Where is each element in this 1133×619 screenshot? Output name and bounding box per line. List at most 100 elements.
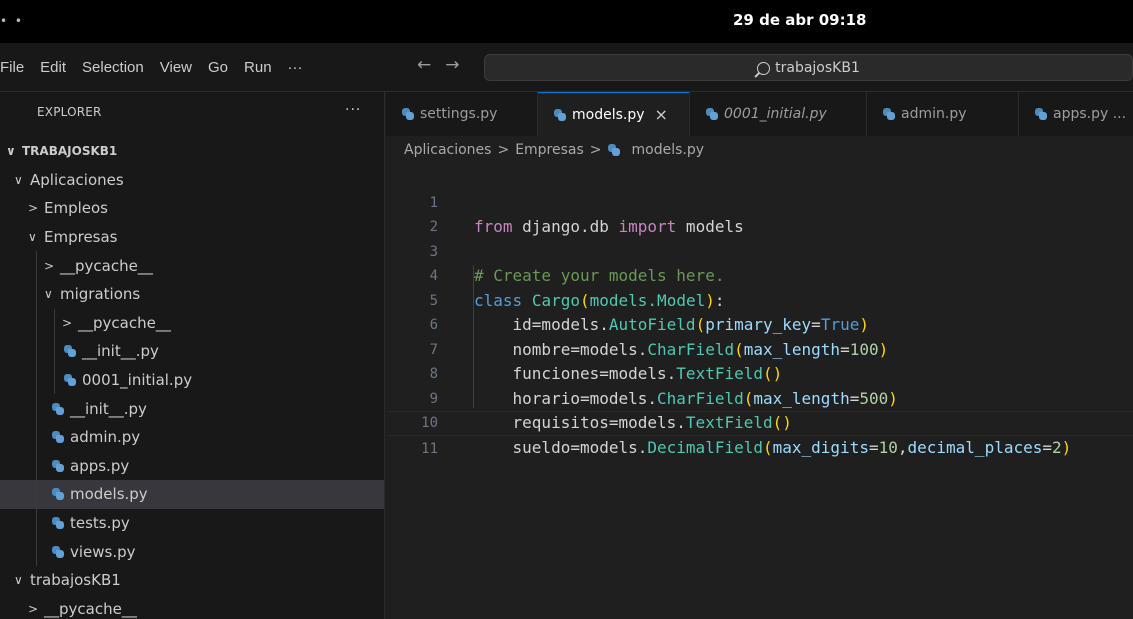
tree-folder-empresas[interactable]: ∨ Empresas (0, 223, 384, 252)
menu-more[interactable]: ··· (288, 59, 303, 76)
breadcrumb-item[interactable]: models.py (632, 142, 705, 158)
tree-label: apps.py (70, 456, 130, 475)
indent-guide (36, 537, 37, 566)
chevron-down-icon: ∨ (14, 573, 23, 588)
tree-label: 0001_initial.py (82, 371, 193, 390)
system-top-bar: • • 29 de abr 09:18 (0, 0, 1133, 43)
editor-tabs: settings.py models.py × 0001_initial.py … (386, 92, 1133, 136)
forward-arrow-icon[interactable]: → (445, 55, 459, 75)
tree-folder-aplicaciones[interactable]: ∨ Aplicaciones (0, 166, 384, 195)
close-icon[interactable]: × (655, 105, 668, 124)
tree-file-init[interactable]: __init__.py (0, 337, 384, 366)
back-arrow-icon[interactable]: ← (417, 55, 431, 75)
indent-guide (54, 337, 55, 366)
chevron-down-icon: ∨ (28, 230, 37, 245)
tree-folder-empleos[interactable]: > Empleos (0, 194, 384, 223)
code-line: 10 sueldo=models.DecimalField(max_digits… (386, 387, 1133, 457)
tree-folder-migrations[interactable]: ∨ migrations (0, 279, 384, 309)
menu-edit[interactable]: Edit (40, 59, 66, 76)
indent-guide (36, 365, 37, 395)
chevron-down-icon: ∨ (44, 287, 53, 302)
breadcrumb: Aplicaciones > Empresas > models.py (404, 142, 704, 158)
command-center-search[interactable]: trabajosKB1 (484, 54, 1133, 81)
indent-guide (36, 480, 37, 509)
chevron-right-icon: > (62, 315, 73, 330)
system-clock[interactable]: 29 de abr 09:18 (733, 11, 866, 29)
chevron-down-icon: ∨ (6, 144, 16, 159)
indent-guide (36, 279, 37, 309)
tree-folder-trabajoskb1[interactable]: ∨ trabajosKB1 (0, 566, 384, 595)
python-file-icon (554, 108, 566, 121)
code-line: 3 # Create your models here. (386, 215, 1133, 286)
tree-folder-pycache[interactable]: > __pycache__ (0, 251, 384, 280)
tree-folder-pycache[interactable]: > __pycache__ (0, 595, 384, 619)
tree-label: admin.py (70, 428, 141, 447)
indent-guide (473, 265, 474, 408)
python-file-icon (883, 108, 895, 120)
code-line: 1 from django.db import models (386, 166, 1133, 237)
indent-guide (36, 394, 37, 423)
menu-run[interactable]: Run (244, 59, 272, 76)
menu-file[interactable]: File (0, 59, 24, 76)
tree-folder-pycache[interactable]: > __pycache__ (0, 308, 384, 338)
tree-file-tests[interactable]: tests.py (0, 508, 384, 538)
indent-guide (54, 365, 55, 395)
python-file-icon (52, 545, 64, 558)
tab-label: apps.py ... (1053, 106, 1127, 122)
python-file-icon (64, 374, 76, 387)
menu-bar: File Edit Selection View Go Run ··· (0, 43, 319, 92)
chevron-down-icon: ∨ (14, 172, 23, 187)
tree-file-0001-initial[interactable]: 0001_initial.py (0, 365, 384, 395)
explorer-more-button[interactable]: ··· (345, 102, 361, 118)
chevron-right-icon: > (28, 601, 39, 616)
breadcrumb-separator: > (589, 142, 602, 158)
code-editor[interactable]: 1 from django.db import models 2 3 # Cre… (386, 164, 1133, 619)
workspace-dots[interactable]: • • (0, 14, 24, 28)
python-file-icon (52, 488, 64, 501)
python-file-icon (402, 108, 414, 120)
title-bar: File Edit Selection View Go Run ··· ← → … (0, 43, 1133, 92)
menu-view[interactable]: View (160, 59, 192, 76)
explorer-title: EXPLORER (37, 105, 102, 119)
tree-label: Empresas (44, 228, 118, 247)
tree-root-folder[interactable]: ∨ TRABAJOSKB1 (0, 137, 384, 166)
tab-admin[interactable]: admin.py (867, 92, 1019, 136)
tab-label: settings.py (420, 106, 498, 122)
tree-label: views.py (70, 542, 136, 561)
tab-label: 0001_initial.py (724, 106, 827, 122)
indent-guide (36, 308, 37, 338)
menu-go[interactable]: Go (208, 59, 228, 76)
menu-selection[interactable]: Selection (82, 59, 144, 76)
tab-models[interactable]: models.py × (538, 92, 690, 136)
tree-file-views[interactable]: views.py (0, 537, 384, 566)
code-line: 7 funciones=models.TextField() (386, 313, 1133, 384)
tab-apps[interactable]: apps.py ... (1019, 92, 1133, 136)
search-label: trabajosKB1 (775, 59, 860, 76)
tree-file-models[interactable]: models.py (0, 480, 384, 509)
breadcrumb-item[interactable]: Empresas (515, 142, 584, 158)
search-icon (757, 62, 771, 75)
tree-file-init[interactable]: __init__.py (0, 394, 384, 423)
indent-guide (54, 308, 55, 338)
chevron-right-icon: > (44, 258, 55, 273)
tree-label: TRABAJOSKB1 (22, 144, 118, 159)
tree-label: __pycache__ (78, 313, 171, 332)
python-file-icon (607, 144, 620, 156)
tab-label: models.py (572, 106, 645, 123)
tab-label: admin.py (901, 106, 967, 122)
tab-0001-initial[interactable]: 0001_initial.py (690, 92, 867, 136)
indent-guide (36, 451, 37, 481)
tree-file-apps[interactable]: apps.py (0, 451, 384, 481)
breadcrumb-item[interactable]: Aplicaciones (404, 142, 491, 158)
tree-label: models.py (70, 485, 148, 504)
tree-label: __pycache__ (44, 599, 137, 618)
breadcrumb-separator: > (497, 142, 510, 158)
python-file-icon (52, 517, 64, 530)
python-file-icon (1035, 108, 1047, 120)
python-file-icon (706, 108, 718, 120)
code-line: 5 id=models.AutoField(primary_key=True) (386, 264, 1133, 335)
tab-settings[interactable]: settings.py (386, 92, 538, 136)
code-line: 8 horario=models.CharField(max_length=50… (386, 338, 1133, 408)
tree-file-admin[interactable]: admin.py (0, 422, 384, 452)
code-line: 4 class Cargo(models.Model): (386, 240, 1133, 310)
